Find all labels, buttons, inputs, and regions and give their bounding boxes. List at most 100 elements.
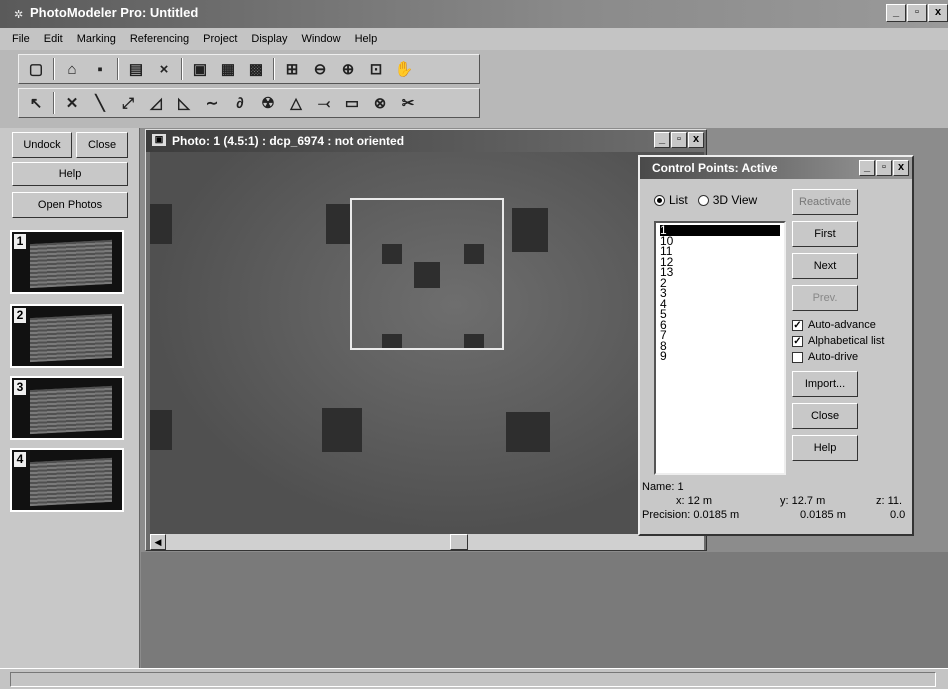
checkbox-box[interactable]: ✓ — [792, 319, 803, 331]
reactivate-button[interactable]: Reactivate — [792, 189, 858, 215]
open-photos-button[interactable]: Open Photos — [12, 192, 128, 218]
list-item[interactable]: 10 — [660, 235, 780, 246]
photo-view-icon[interactable]: ▣ — [189, 58, 211, 80]
minimize-button[interactable]: _ — [886, 4, 906, 22]
scrollbar-thumb[interactable] — [450, 534, 468, 550]
photo-thumbnail[interactable]: 3 — [10, 376, 124, 440]
close-window-button[interactable]: x — [928, 4, 948, 22]
menu-window[interactable]: Window — [301, 33, 340, 45]
marking-toolbar: ↖ ✕ ╲ ⤢ ◿ ◺ ∼ ∂ ☢ △ ⤙ ▭ ⊗ ✂ — [18, 88, 480, 118]
close-pane-button[interactable]: Close — [76, 132, 128, 158]
photos-table-icon[interactable]: ▤ — [125, 58, 147, 80]
control-target — [464, 244, 484, 264]
undock-button[interactable]: Undock — [12, 132, 72, 158]
zoom-out-icon[interactable]: ⊖ — [309, 58, 331, 80]
list-item[interactable]: 11 — [660, 245, 780, 256]
alphabetical-list-label: Alphabetical list — [808, 335, 885, 347]
first-button[interactable]: First — [792, 221, 858, 247]
list-item[interactable]: 13 — [660, 266, 780, 277]
list-radio[interactable] — [654, 194, 665, 206]
photo-window-titlebar[interactable]: ▣ Photo: 1 (4.5:1) : dcp_6974 : not orie… — [146, 130, 706, 152]
zoom-fit-icon[interactable]: ⊡ — [365, 58, 387, 80]
status-bar — [0, 668, 948, 689]
list-item[interactable]: 9 — [660, 350, 780, 361]
photo-window: ▣ Photo: 1 (4.5:1) : dcp_6974 : not orie… — [145, 129, 707, 551]
list-item[interactable]: 12 — [660, 256, 780, 267]
menu-referencing[interactable]: Referencing — [130, 33, 189, 45]
photo-canvas[interactable] — [150, 152, 704, 534]
checkbox-box[interactable] — [792, 351, 803, 363]
open-folder-icon[interactable]: ⌂ — [61, 58, 83, 80]
maximize-button[interactable]: ▫ — [907, 4, 927, 22]
list-item[interactable]: 5 — [660, 308, 780, 319]
new-file-icon[interactable]: ▢ — [25, 58, 47, 80]
table-view-icon[interactable]: ▦ — [217, 58, 239, 80]
menu-edit[interactable]: Edit — [44, 33, 63, 45]
zoom-in-icon[interactable]: ⊕ — [337, 58, 359, 80]
thumbnail-image — [30, 313, 112, 363]
control-points-list[interactable]: 1 10 11 12 13 2 3 4 5 6 7 8 9 — [654, 221, 786, 475]
checkbox-box[interactable]: ✓ — [792, 335, 803, 347]
menu-display[interactable]: Display — [251, 33, 287, 45]
alphabetical-list-checkbox[interactable]: ✓ Alphabetical list — [792, 335, 884, 347]
cp-maximize-button[interactable]: ▫ — [876, 160, 892, 176]
list-item[interactable]: 6 — [660, 319, 780, 330]
cylinder-icon[interactable]: ∂ — [229, 92, 251, 114]
zoom-selection-box[interactable] — [350, 198, 504, 350]
menu-file[interactable]: File — [12, 33, 30, 45]
pan-icon[interactable]: ✋ — [393, 58, 415, 80]
import-button[interactable]: Import... — [792, 371, 858, 397]
help-button[interactable]: Help — [12, 162, 128, 186]
line-icon[interactable]: ╲ — [89, 92, 111, 114]
control-target — [464, 334, 484, 348]
cp-minimize-button[interactable]: _ — [859, 160, 875, 176]
precision-value: Precision: 0.0185 m — [642, 509, 740, 521]
photo-maximize-button[interactable]: ▫ — [671, 132, 687, 148]
point-x-value: x: 12 m — [676, 495, 713, 507]
mark-point-icon[interactable]: ✕ — [61, 92, 83, 114]
photo-thumbnail[interactable]: 4 — [10, 448, 124, 512]
curve-icon[interactable]: ∼ — [201, 92, 223, 114]
lock-icon[interactable]: ⊗ — [369, 92, 391, 114]
measure-icon[interactable]: ▭ — [341, 92, 363, 114]
list-item[interactable]: 3 — [660, 287, 780, 298]
menu-marking[interactable]: Marking — [77, 33, 116, 45]
menu-project[interactable]: Project — [203, 33, 237, 45]
cp-close-button[interactable]: x — [893, 160, 909, 176]
triangle-icon[interactable]: ◺ — [173, 92, 195, 114]
pointer-icon[interactable]: ↖ — [25, 92, 47, 114]
3d-view-radio[interactable] — [697, 194, 709, 206]
zoom-window-icon[interactable]: ⊞ — [281, 58, 303, 80]
edge-icon[interactable]: ⤢ — [117, 92, 139, 114]
list-item[interactable]: 7 — [660, 329, 780, 340]
surface-icon[interactable]: △ — [285, 92, 307, 114]
close-button[interactable]: Close — [792, 403, 858, 429]
auto-drive-checkbox[interactable]: Auto-drive — [792, 351, 858, 363]
control-target — [326, 204, 352, 244]
control-points-titlebar[interactable]: Control Points: Active _ ▫ x — [640, 157, 912, 179]
point-table-icon[interactable]: × — [153, 58, 175, 80]
prev-button[interactable]: Prev. — [792, 285, 858, 311]
list-item[interactable]: 1 — [660, 224, 780, 236]
next-button[interactable]: Next — [792, 253, 858, 279]
scale-icon[interactable]: ✂ — [397, 92, 419, 114]
list-item[interactable]: 4 — [660, 298, 780, 309]
scroll-left-icon[interactable]: ◀ — [150, 534, 166, 550]
photo-thumbnail[interactable]: 1 — [10, 230, 124, 294]
target-icon[interactable]: ☢ — [257, 92, 279, 114]
photo-thumbnail[interactable]: 2 — [10, 304, 124, 368]
3d-view-icon[interactable]: ▩ — [245, 58, 267, 80]
angle-icon[interactable]: ◿ — [145, 92, 167, 114]
photo-horizontal-scrollbar[interactable]: ◀ — [150, 534, 704, 550]
auto-advance-checkbox[interactable]: ✓ Auto-advance — [792, 319, 876, 331]
photo-close-button[interactable]: x — [688, 132, 704, 148]
help-button[interactable]: Help — [792, 435, 858, 461]
referencing-icon[interactable]: ⤙ — [313, 92, 335, 114]
main-toolbar: ▢ ⌂ ▪ ▤ × ▣ ▦ ▩ ⊞ ⊖ ⊕ ⊡ ✋ — [18, 54, 480, 84]
photo-minimize-button[interactable]: _ — [654, 132, 670, 148]
list-item[interactable]: 8 — [660, 340, 780, 351]
thumbnail-image — [30, 239, 112, 289]
menu-help[interactable]: Help — [355, 33, 378, 45]
save-icon[interactable]: ▪ — [89, 58, 111, 80]
list-item[interactable]: 2 — [660, 277, 780, 288]
